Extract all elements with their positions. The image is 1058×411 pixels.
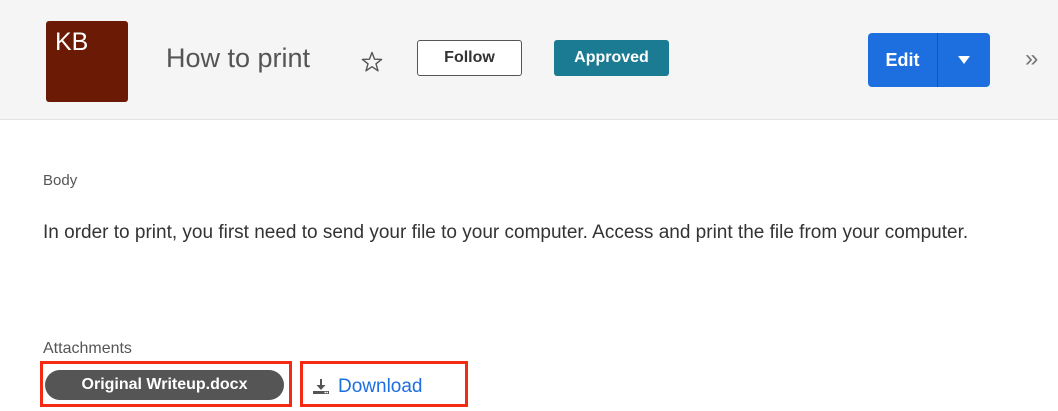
chevron-down-icon bbox=[958, 56, 970, 64]
attachment-file-pill[interactable]: Original Writeup.docx bbox=[45, 370, 284, 400]
star-icon[interactable] bbox=[360, 50, 384, 74]
edit-dropdown-button[interactable] bbox=[938, 33, 990, 87]
edit-button-group: Edit bbox=[868, 33, 990, 87]
body-text: In order to print, you first need to sen… bbox=[43, 222, 969, 243]
article-page: KB How to print Follow Approved Edit » B… bbox=[0, 0, 1058, 411]
attachments-label: Attachments bbox=[43, 340, 132, 357]
record-header: KB How to print Follow Approved Edit » bbox=[0, 0, 1058, 120]
status-badge: Approved bbox=[554, 40, 669, 76]
download-icon bbox=[313, 379, 329, 394]
body-label: Body bbox=[43, 172, 78, 189]
follow-button[interactable]: Follow bbox=[417, 40, 522, 76]
page-title: How to print bbox=[166, 43, 311, 73]
edit-button[interactable]: Edit bbox=[868, 33, 938, 87]
avatar-initials: KB bbox=[55, 28, 89, 56]
double-chevron-right-icon[interactable]: » bbox=[1025, 47, 1038, 71]
download-link[interactable]: Download bbox=[312, 373, 423, 401]
avatar: KB bbox=[46, 21, 128, 102]
download-label: Download bbox=[338, 376, 423, 397]
